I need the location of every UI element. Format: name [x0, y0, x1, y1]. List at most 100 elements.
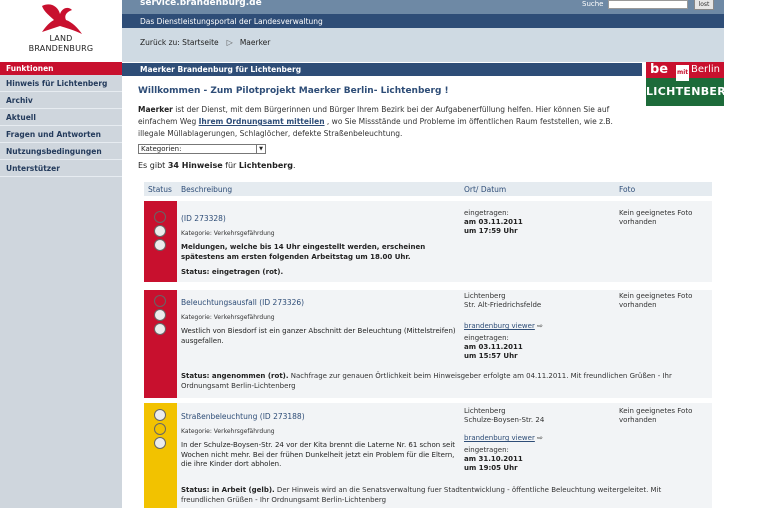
report-text: Westlich von Biesdorf ist ein ganzer Abs…	[181, 327, 456, 345]
count-end: .	[292, 161, 296, 170]
count-mid: für	[222, 161, 239, 170]
traffic-light-yellow-icon	[154, 309, 166, 321]
sidebar-item-hinweis[interactable]: Hinweis für Lichtenberg	[0, 75, 122, 92]
count-number: 34 Hinweise	[167, 161, 223, 170]
partner-logo-be: be	[650, 62, 669, 77]
logo-panel[interactable]: LAND BRANDENBURG	[0, 0, 122, 62]
report-time: um 19:05 Uhr	[464, 464, 518, 472]
table-row: (ID 273328) Kategorie: Verkehrsgefährdun…	[144, 201, 712, 282]
welcome-heading: Willkommen - Zum Pilotprojekt Maerker Be…	[138, 86, 449, 96]
ordnungsamt-link[interactable]: Ihrem Ordnungsamt mitteilen	[199, 117, 325, 126]
site-url[interactable]: service.brandenburg.de	[140, 0, 262, 8]
breadcrumb-bar: Zurück zu: Startseite ▷ Maerker	[122, 28, 724, 62]
column-header-beschreibung[interactable]: Beschreibung	[181, 185, 232, 194]
page-title: Maerker Brandenburg für Lichtenberg	[122, 63, 642, 76]
report-date: am 31.10.2011	[464, 455, 523, 463]
sidebar-item-unterstuetzer[interactable]: Unterstützer	[0, 160, 122, 177]
logo-line-land: LAND	[49, 34, 73, 43]
portal-tagline: Das Dienstleistungsportal der Landesverw…	[140, 17, 323, 26]
location-street: Str. Alt-Friedrichsfelde	[464, 301, 542, 309]
intro-text: Maerker ist der Dienst, mit dem Bürgerin…	[138, 104, 638, 140]
report-date: am 03.11.2011	[464, 218, 523, 226]
traffic-light-yellow-icon	[154, 423, 166, 435]
photo-status: Kein geeignetes Foto vorhanden	[619, 292, 693, 309]
report-time: um 17:59 Uhr	[464, 227, 518, 235]
row-location-date: Lichtenberg Str. Alt-Friedrichsfelde bra…	[464, 292, 604, 361]
sidebar-item-archiv[interactable]: Archiv	[0, 92, 122, 109]
status-indicator	[144, 403, 177, 508]
search-input[interactable]	[608, 0, 688, 9]
row-location-date: eingetragen: am 03.11.2011 um 17:59 Uhr	[464, 209, 604, 236]
count-pre: Es gibt	[138, 161, 168, 170]
report-status: Status: angenommen (rot). Nachfrage zur …	[181, 371, 706, 391]
portal-band: Das Dienstleistungsportal der Landesverw…	[122, 14, 724, 28]
eagle-logo-icon	[42, 4, 82, 34]
status-indicator	[144, 290, 177, 398]
report-title-link[interactable]: Beleuchtungsausfall (ID 273326)	[181, 298, 461, 308]
report-date: am 03.11.2011	[464, 343, 523, 351]
traffic-light-red-icon	[154, 211, 166, 223]
table-header: Status Beschreibung Ort/ Datum Foto	[144, 182, 712, 196]
report-title-link[interactable]: Straßenbeleuchtung (ID 273188)	[181, 412, 461, 422]
report-title-link[interactable]: (ID 273328)	[181, 214, 461, 224]
report-status-label: Status: in Arbeit (gelb).	[181, 486, 275, 494]
date-label: eingetragen:	[464, 209, 509, 217]
triangle-right-icon: ▷	[226, 38, 233, 47]
column-header-foto[interactable]: Foto	[619, 185, 635, 194]
brandenburg-viewer-link[interactable]: brandenburg viewer	[464, 322, 535, 330]
report-time: um 15:57 Uhr	[464, 352, 518, 360]
search-button[interactable]: lost	[694, 0, 714, 10]
main-content: Maerker Brandenburg für Lichtenberg be m…	[122, 62, 724, 508]
category-select[interactable]: Kategorien: ▼	[138, 144, 266, 154]
date-label: eingetragen:	[464, 446, 509, 454]
column-header-ort-datum[interactable]: Ort/ Datum	[464, 185, 506, 194]
breadcrumb-back-link[interactable]: Zurück zu: Startseite	[140, 38, 219, 47]
report-status: Status: eingetragen (rot).	[181, 268, 284, 276]
breadcrumb-current[interactable]: Maerker	[240, 38, 271, 47]
traffic-light-yellow-icon	[154, 225, 166, 237]
external-link-icon: ⇨	[537, 434, 543, 442]
sidebar-heading: Funktionen	[0, 62, 122, 75]
breadcrumb: Zurück zu: Startseite ▷ Maerker	[140, 38, 270, 47]
table-row: Straßenbeleuchtung (ID 273188) Kategorie…	[144, 403, 712, 508]
sidebar: Funktionen Hinweis für Lichtenberg Archi…	[0, 62, 122, 508]
photo-status: Kein geeignetes Foto vorhanden	[619, 209, 693, 226]
partner-logo-lichtenberg: LICHTENBERG	[646, 78, 724, 106]
status-indicator	[144, 201, 177, 282]
partner-logo-berlin: Berlin	[690, 64, 720, 75]
report-category: Kategorie: Verkehrsgefährdung	[181, 229, 275, 237]
traffic-light-red-icon	[154, 409, 166, 421]
report-status: Status: in Arbeit (gelb). Der Hinweis wi…	[181, 485, 706, 505]
table-row: Beleuchtungsausfall (ID 273326) Kategori…	[144, 290, 712, 398]
report-status-label: Status: angenommen (rot).	[181, 372, 289, 380]
column-header-status[interactable]: Status	[148, 185, 172, 194]
traffic-light-red-icon	[154, 295, 166, 307]
row-description: Beleuchtungsausfall (ID 273326) Kategori…	[181, 298, 461, 346]
chevron-down-icon: ▼	[256, 145, 265, 153]
count-place: Lichtenberg	[238, 161, 293, 170]
category-select-value: Kategorien:	[141, 145, 182, 153]
report-text: In der Schulze-Boysen-Str. 24 vor der Ki…	[181, 441, 456, 468]
row-description: Straßenbeleuchtung (ID 273188) Kategorie…	[181, 412, 461, 470]
sidebar-item-faq[interactable]: Fragen und Antworten	[0, 126, 122, 143]
sidebar-item-aktuell[interactable]: Aktuell	[0, 109, 122, 126]
row-location-date: Lichtenberg Schulze-Boysen-Str. 24 brand…	[464, 407, 604, 473]
hint-count: Es gibt 34 Hinweise für Lichtenberg.	[138, 161, 295, 170]
sidebar-item-nutzungsbedingungen[interactable]: Nutzungsbedingungen	[0, 143, 122, 160]
traffic-light-green-icon	[154, 239, 166, 251]
traffic-light-green-icon	[154, 323, 166, 335]
report-category: Kategorie: Verkehrsgefährdung	[181, 427, 275, 435]
location-district: Lichtenberg	[464, 292, 506, 300]
photo-status: Kein geeignetes Foto vorhanden	[619, 407, 693, 424]
external-link-icon: ⇨	[537, 322, 543, 330]
brandenburg-viewer-link[interactable]: brandenburg viewer	[464, 434, 535, 442]
date-label: eingetragen:	[464, 334, 509, 342]
traffic-light-green-icon	[154, 437, 166, 449]
location-street: Schulze-Boysen-Str. 24	[464, 416, 545, 424]
logo-line-brandenburg: BRANDENBURG	[28, 44, 94, 53]
report-text: Meldungen, welche bis 14 Uhr eingestellt…	[181, 243, 426, 261]
row-description: (ID 273328) Kategorie: Verkehrsgefährdun…	[181, 214, 461, 278]
report-category: Kategorie: Verkehrsgefährdung	[181, 313, 275, 321]
top-header: service.brandenburg.de Suche lost	[122, 0, 724, 14]
intro-bold: Maerker	[138, 105, 173, 114]
